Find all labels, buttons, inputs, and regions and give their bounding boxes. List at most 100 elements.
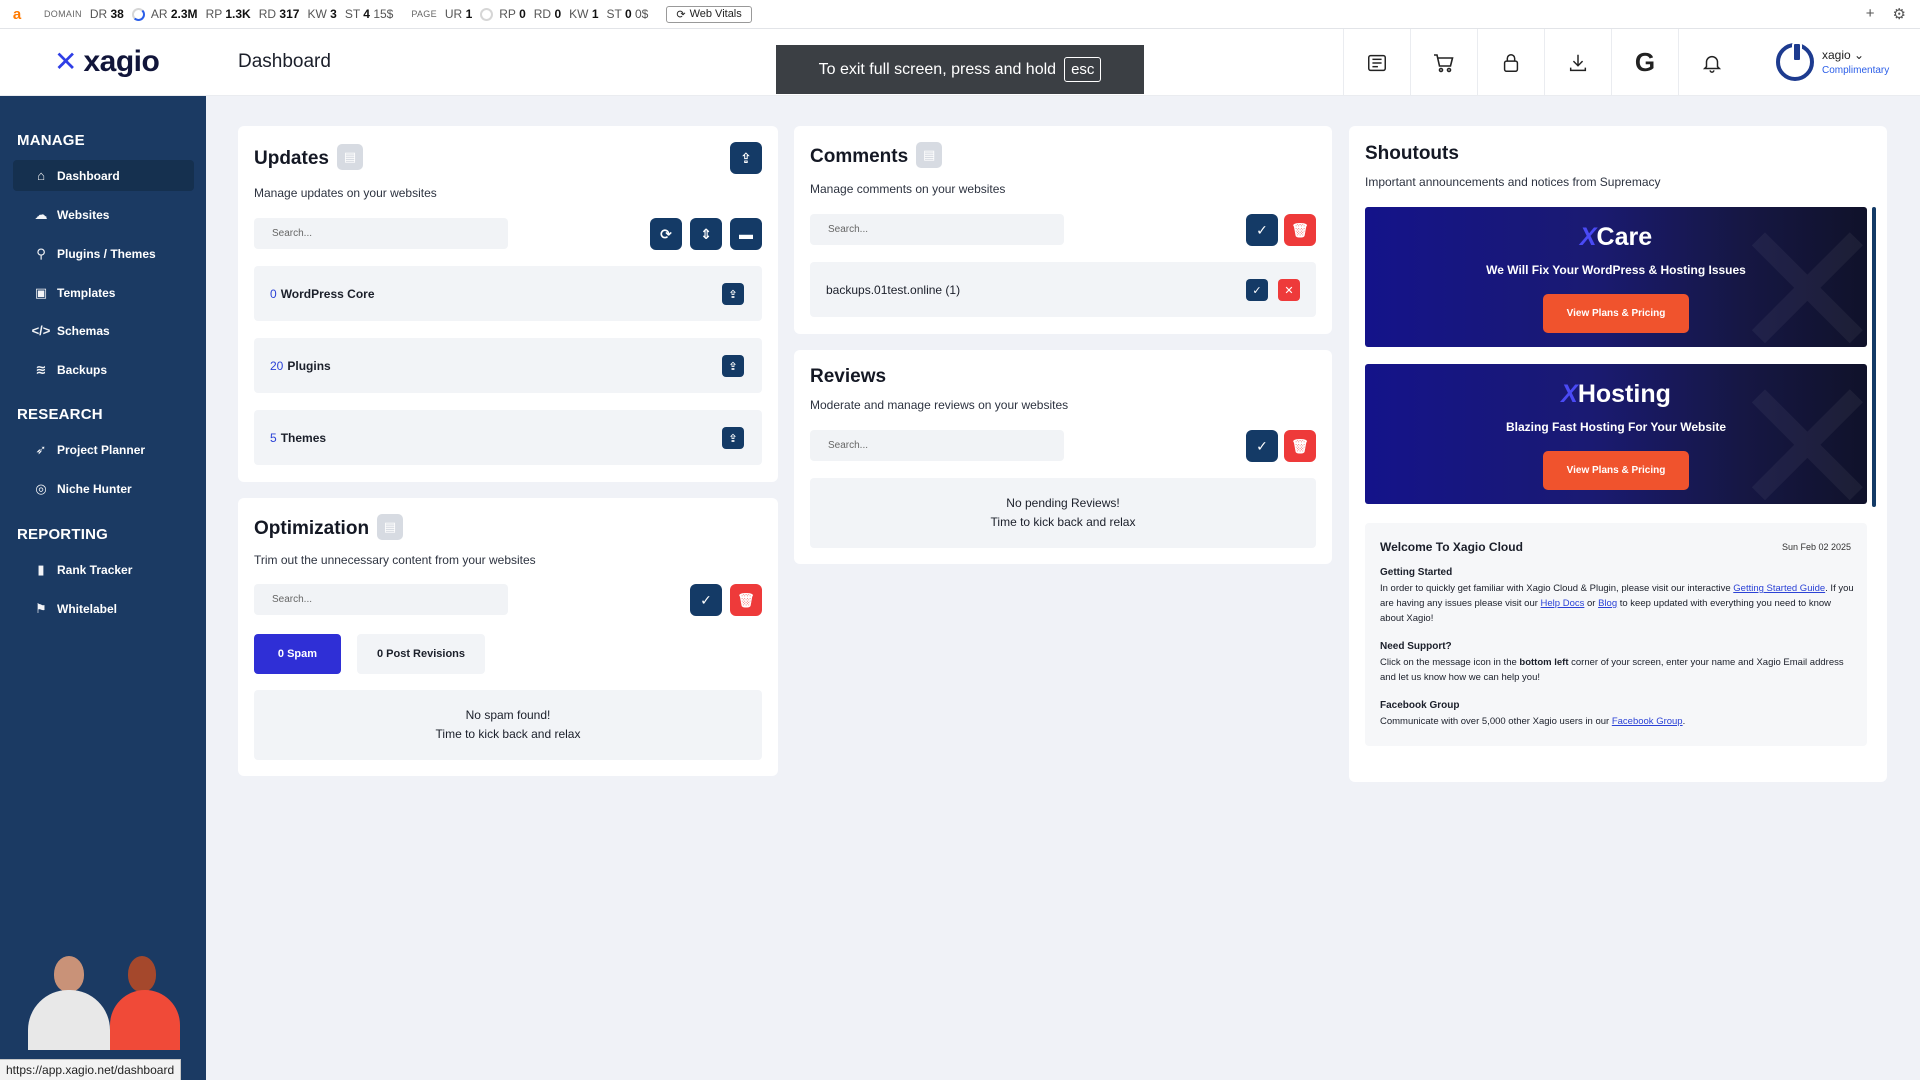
avatar (1776, 42, 1814, 81)
sidebar-item-schemas[interactable]: </> Schemas (13, 315, 194, 346)
document-icon[interactable]: ▤ (916, 142, 943, 168)
sidebar: MANAGE ⌂ Dashboard ☁ Websites ⚲ Plugins / T… (0, 96, 206, 1080)
page-title: Dashboard (238, 51, 331, 72)
cart-icon[interactable] (1410, 29, 1477, 96)
sidebar-item-plugins-themes[interactable]: ⚲ Plugins / Themes (13, 238, 194, 269)
hosting-banner[interactable]: ✕ XHosting Blazing Fast Hosting For Your… (1365, 364, 1867, 504)
help-docs-link[interactable]: Help Docs (1541, 598, 1585, 609)
approve-all-comments-button[interactable]: ✓ (1246, 214, 1278, 246)
upload-icon: ⇪ (728, 360, 738, 373)
bookmark-icon: ⚑ (35, 600, 47, 616)
sidebar-item-whitelabel[interactable]: ⚑ Whitelabel (13, 593, 194, 624)
google-icon[interactable]: G (1611, 29, 1678, 96)
link-status-bar: https://app.xagio.net/dashboard (0, 1059, 182, 1080)
comments-title: Comments ▤ (810, 142, 943, 170)
updates-search-input[interactable] (254, 218, 508, 249)
trash-icon: 🗑 (1291, 437, 1309, 454)
hosting-pricing-button[interactable]: View Plans & Pricing (1543, 451, 1689, 490)
user-menu[interactable]: xagio ⌄ Complimentary (1776, 42, 1890, 81)
reviews-search-input[interactable] (810, 430, 1064, 461)
cloud-icon: ☁ (34, 206, 48, 222)
getting-started-link[interactable]: Getting Started Guide (1733, 583, 1825, 594)
page-metric-kw: KW 1 (569, 7, 599, 21)
ahrefs-logo[interactable]: a (0, 6, 34, 23)
update-themes-button[interactable]: ⇪ (722, 427, 744, 449)
sidebar-item-backups[interactable]: ≋ Backups (13, 354, 194, 385)
comment-row[interactable]: backups.01test.online (1) (810, 262, 1316, 317)
upload-icon: ⇪ (728, 288, 738, 301)
shoutouts-scrollbar[interactable] (1872, 207, 1876, 507)
sidebar-item-niche-hunter[interactable]: ◎ Niche Hunter (13, 473, 194, 504)
bar-chart-icon: ▮ (37, 561, 45, 577)
sidebar-item-websites[interactable]: ☁ Websites (13, 199, 194, 230)
section-research: RESEARCH (17, 406, 103, 423)
header-actions: G (1343, 29, 1745, 96)
page-metric-rp: RP 0 (499, 7, 526, 21)
page-label: PAGE (411, 9, 437, 19)
settings-icon[interactable]: ⚙ (1893, 5, 1906, 23)
metric-dr: DR 38 (89, 7, 124, 21)
page-metric-st: ST 0 0$ (606, 7, 649, 21)
sort-button[interactable]: ⇕ (690, 218, 722, 250)
download-icon[interactable] (1544, 29, 1611, 96)
update-row-plugins[interactable]: 20 Plugins (254, 338, 762, 393)
update-row-core[interactable]: 0 WordPress Core (254, 266, 762, 321)
window-button[interactable]: ▬ (730, 218, 762, 250)
need-support-block: Need Support? Click on the message icon … (1380, 641, 1844, 683)
check-icon: ✓ (1252, 284, 1262, 297)
reject-comment-button[interactable]: ✕ (1278, 279, 1300, 301)
update-core-button[interactable]: ⇪ (722, 283, 744, 305)
updates-subtitle: Manage updates on your websites (254, 186, 437, 200)
code-icon: </> (31, 323, 51, 338)
web-vitals-button[interactable]: ⟳ Web Vitals (666, 5, 752, 23)
approve-reviews-button[interactable]: ✓ (1246, 430, 1278, 462)
delete-all-comments-button[interactable]: 🗑 (1284, 214, 1316, 246)
lock-icon[interactable] (1477, 29, 1544, 96)
delete-reviews-button[interactable]: 🗑 (1284, 430, 1316, 462)
xagio-mark-icon: ✕ (54, 46, 78, 77)
news-icon[interactable] (1343, 29, 1410, 96)
upload-all-button[interactable]: ⇪ (730, 142, 762, 174)
chevron-down-icon: ⌄ (1854, 48, 1865, 62)
comments-search-input[interactable] (810, 214, 1064, 245)
approve-comment-button[interactable]: ✓ (1246, 279, 1268, 301)
xagio-logo[interactable]: ✕ xagio (54, 45, 160, 79)
rocket-icon: ➶ (35, 441, 47, 457)
sidebar-item-rank-tracker[interactable]: ▮ Rank Tracker (13, 554, 194, 585)
sidebar-item-templates[interactable]: ▣ Templates (13, 277, 194, 308)
x-mark-icon: X (1579, 223, 1597, 251)
sidebar-item-project-planner[interactable]: ➶ Project Planner (13, 434, 194, 465)
home-icon: ⌂ (37, 168, 45, 183)
care-banner[interactable]: ✕ XCare We Will Fix Your WordPress & Hos… (1365, 207, 1867, 347)
optimization-subtitle: Trim out the unnecessary content from yo… (254, 553, 536, 567)
user-plan: Complimentary (1822, 65, 1890, 76)
support-team-photo[interactable] (16, 950, 196, 1050)
metric-ur: UR 1 (444, 7, 473, 21)
update-plugins-button[interactable]: ⇪ (722, 355, 744, 377)
refresh-button[interactable]: ⟳ (650, 218, 682, 250)
care-pricing-button[interactable]: View Plans & Pricing (1543, 294, 1689, 333)
plus-icon[interactable]: + (1866, 5, 1875, 23)
tab-post-revisions[interactable]: 0 Post Revisions (357, 634, 485, 674)
reviews-subtitle: Moderate and manage reviews on your webs… (810, 398, 1069, 412)
trash-icon: 🗑 (737, 591, 755, 608)
section-reporting: REPORTING (17, 526, 108, 543)
bell-icon[interactable] (1678, 29, 1745, 96)
reviews-title: Reviews (810, 366, 887, 387)
document-icon[interactable]: ▤ (377, 514, 404, 540)
metric-rp: RP 1.3K (205, 7, 251, 21)
sidebar-item-dashboard[interactable]: ⌂ Dashboard (13, 160, 194, 191)
reviews-empty-state: No pending Reviews! Time to kick back an… (810, 478, 1316, 548)
optimization-search-input[interactable] (254, 584, 508, 615)
update-row-themes[interactable]: 5 Themes (254, 410, 762, 465)
shoutouts-subtitle: Important announcements and notices from… (1365, 175, 1661, 189)
seo-extension-bar: a DOMAIN DR 38 AR 2.3M RP 1.3K RD 317 KW… (0, 0, 1920, 29)
section-manage: MANAGE (17, 132, 85, 149)
facebook-group-link[interactable]: Facebook Group (1612, 716, 1683, 727)
approve-button[interactable]: ✓ (690, 584, 722, 616)
tab-spam[interactable]: 0 Spam (254, 634, 341, 674)
blog-link[interactable]: Blog (1598, 598, 1617, 609)
document-icon[interactable]: ▤ (336, 144, 363, 170)
updates-title: Updates ▤ (254, 144, 363, 172)
delete-button[interactable]: 🗑 (730, 584, 762, 616)
